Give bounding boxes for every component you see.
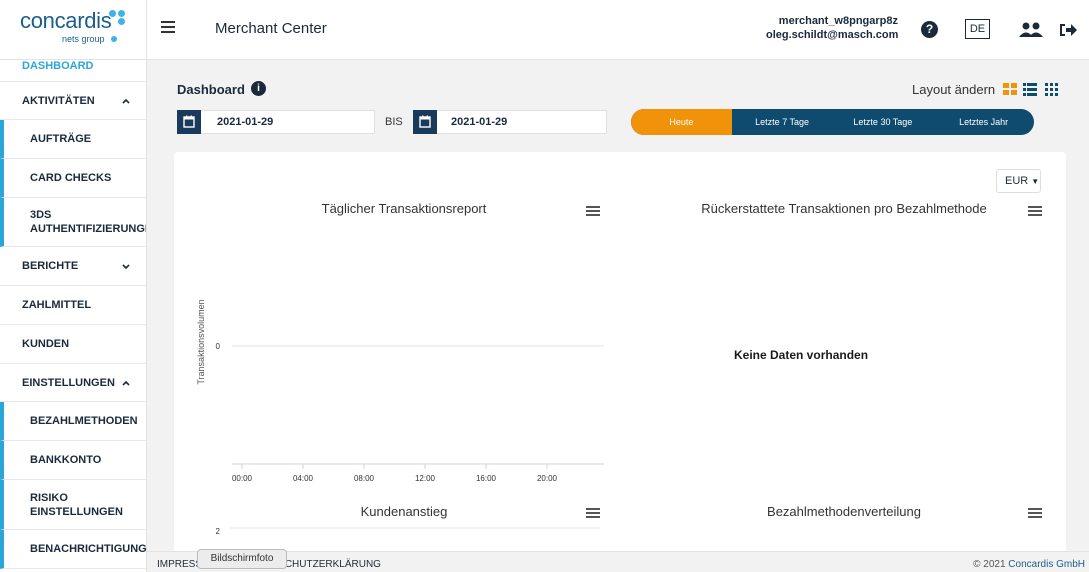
brand-logo[interactable]: concardis nets group — [0, 0, 147, 60]
sidebar-item-auftraege[interactable]: AUFTRÄGE — [0, 120, 146, 159]
range-today-button[interactable]: Heute — [631, 109, 732, 135]
sidebar-item-label: KUNDEN — [22, 338, 70, 350]
sidebar: DASHBOARD AKTIVITÄTEN AUFTRÄGE CARD CHEC… — [0, 60, 147, 572]
widget-menu-icon[interactable] — [1028, 508, 1042, 519]
sidebar-item-benachrichtigungen[interactable]: BENACHRICHTIGUNGEN — [0, 530, 146, 569]
user-info[interactable]: merchant_w8pngarp8z oleg.schildt@masch.c… — [766, 14, 898, 42]
logout-icon[interactable] — [1058, 21, 1078, 39]
chevron-up-icon — [122, 98, 130, 104]
dashboard-card: EUR ▼ Täglicher Transaktionsreport Rücke… — [174, 152, 1066, 572]
sidebar-item-label: BERICHTE — [22, 260, 79, 272]
widget-menu-icon[interactable] — [1028, 206, 1042, 217]
layout-label: Layout ändern — [912, 82, 996, 97]
sidebar-item-zahlmittel[interactable]: ZAHLMITTEL — [0, 286, 146, 325]
widget-title-methods: Bezahlmethodenverteilung — [767, 504, 921, 519]
sidebar-item-label: BENACHRICHTIGUNGEN — [30, 543, 147, 555]
sidebar-item-label: CARD CHECKS — [30, 172, 112, 184]
sidebar-item-einstellungen[interactable]: EINSTELLUNGEN — [0, 364, 146, 402]
customer-growth-chart: 2 — [216, 527, 600, 536]
sidebar-item-label: DASHBOARD — [22, 60, 94, 72]
brand-sub: nets group — [62, 34, 105, 44]
sidebar-item-bezahlmethoden[interactable]: BEZAHLMETHODEN — [0, 402, 146, 441]
grid-layout-icon[interactable] — [1003, 82, 1017, 96]
range-7-days-button[interactable]: Letzte 7 Tage — [732, 109, 833, 135]
currency-value: EUR — [1005, 175, 1029, 187]
top-bar: concardis nets group Merchant Center mer… — [0, 0, 1089, 60]
y-axis-label: Transaktionsvolumen — [196, 299, 206, 384]
menu-toggle-icon[interactable] — [161, 21, 175, 33]
x-tick-label: 12:00 — [415, 474, 436, 483]
daily-transactions-chart: Transaktionsvolumen 0 00:00 04:00 08:00 12:00… — [196, 299, 604, 483]
widget-title-refunds: Rückerstattete Transaktionen pro Bezahlm… — [701, 201, 987, 216]
page-title: Dashboard — [177, 82, 245, 97]
date-to-field[interactable] — [413, 110, 607, 134]
sidebar-item-label: AUFTRÄGE — [30, 133, 92, 145]
user-email: oleg.schildt@masch.com — [766, 29, 899, 41]
x-tick-label: 16:00 — [476, 474, 497, 483]
caret-down-icon: ▼ — [1031, 177, 1040, 186]
list-layout-icon[interactable] — [1023, 82, 1037, 96]
date-from-value: 2021-01-29 — [217, 116, 274, 128]
range-30-days-button[interactable]: Letzte 30 Tage — [833, 109, 934, 135]
date-to-value: 2021-01-29 — [451, 116, 508, 128]
sidebar-item-dashboard[interactable]: DASHBOARD — [0, 60, 146, 82]
sidebar-item-card-checks[interactable]: CARD CHECKS — [0, 159, 146, 198]
sidebar-item-label: BEZAHLMETHODEN — [30, 415, 138, 427]
users-icon[interactable] — [1018, 22, 1044, 38]
language-selector[interactable]: DE — [965, 19, 990, 39]
footer: IMPRESSUM DATENSCHUTZERKLÄRUNG © 2021 Co… — [147, 551, 1089, 572]
copyright-company[interactable]: Concardis GmbH — [1008, 559, 1085, 570]
logo-dots-icon — [109, 10, 131, 26]
widget-menu-icon[interactable] — [586, 206, 600, 217]
sidebar-item-aktivitaeten[interactable]: AKTIVITÄTEN — [0, 82, 146, 120]
screenshot-tooltip: Bildschirmfoto — [197, 549, 287, 569]
brand-name: concardis — [20, 8, 112, 33]
info-icon[interactable]: i — [251, 81, 266, 96]
sidebar-item-berichte[interactable]: BERICHTE — [0, 247, 146, 286]
date-separator: BIS — [385, 116, 403, 128]
copyright-prefix: © 2021 — [973, 559, 1009, 570]
x-tick-label: 08:00 — [354, 474, 375, 483]
calendar-icon[interactable] — [177, 110, 201, 134]
y-tick-label: 0 — [216, 342, 221, 351]
help-icon[interactable]: ? — [921, 21, 938, 38]
date-from-field[interactable] — [177, 110, 375, 134]
chevron-up-icon — [122, 380, 130, 386]
x-tick-label: 20:00 — [537, 474, 558, 483]
main-content: Dashboard i Layout ändern 2021-01-29 BIS… — [147, 60, 1089, 572]
x-tick-label: 04:00 — [293, 474, 314, 483]
tile-layout-icon[interactable] — [1045, 82, 1059, 96]
sidebar-item-bankkonto[interactable]: BANKKONTO — [0, 441, 146, 480]
currency-select[interactable]: EUR ▼ — [996, 169, 1041, 193]
sidebar-item-label: BANKKONTO — [30, 454, 102, 466]
x-tick-label: 00:00 — [232, 474, 253, 483]
sidebar-item-label: ZAHLMITTEL — [22, 299, 92, 311]
sidebar-item-risiko[interactable]: RISIKO EINSTELLUNGEN — [0, 480, 146, 530]
sidebar-item-label: EINSTELLUNGEN — [22, 376, 115, 389]
sidebar-item-3ds[interactable]: 3DS AUTHENTIFIZIERUNGEN — [0, 198, 146, 247]
chevron-down-icon — [122, 264, 130, 270]
calendar-icon[interactable] — [413, 110, 437, 134]
sidebar-item-label: AKTIVITÄTEN — [22, 94, 95, 107]
range-last-year-button[interactable]: Letztes Jahr — [933, 109, 1034, 135]
logo-sub-dot-icon — [111, 36, 117, 42]
date-range-selector: Heute Letzte 7 Tage Letzte 30 Tage Letzt… — [631, 109, 1034, 135]
sidebar-item-label: RISIKO EINSTELLUNGEN — [30, 491, 123, 518]
app-title: Merchant Center — [215, 20, 327, 37]
copyright: © 2021 Concardis GmbH — [973, 559, 1085, 570]
no-data-message: Keine Daten vorhanden — [734, 348, 869, 362]
sidebar-item-kunden[interactable]: KUNDEN — [0, 325, 146, 364]
sidebar-item-label: 3DS AUTHENTIFIZIERUNGEN — [30, 209, 146, 235]
y-tick-label: 2 — [216, 527, 221, 536]
widget-title-daily: Täglicher Transaktionsreport — [321, 201, 487, 216]
user-id: merchant_w8pngarp8z — [778, 15, 898, 27]
